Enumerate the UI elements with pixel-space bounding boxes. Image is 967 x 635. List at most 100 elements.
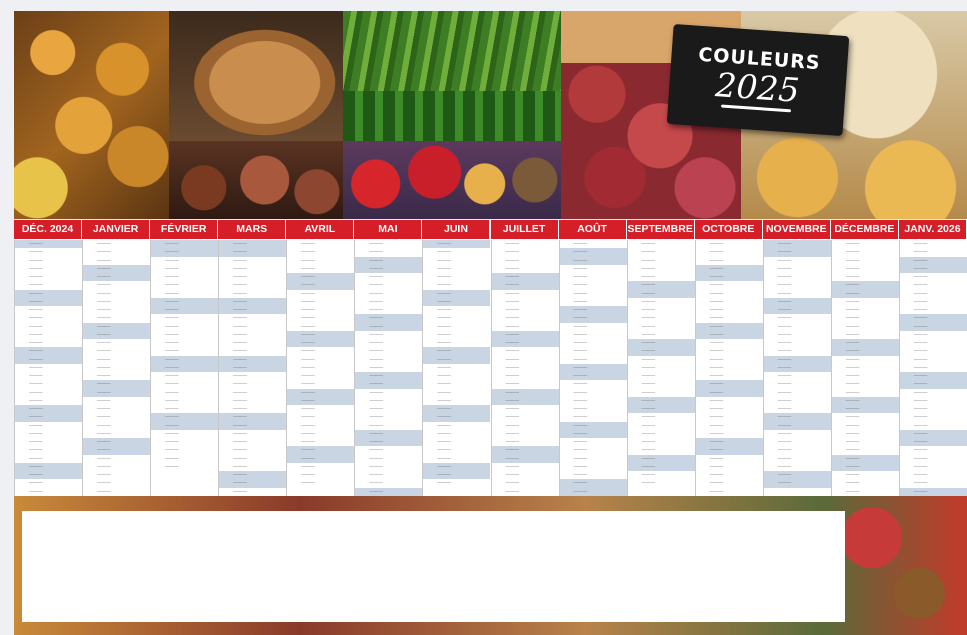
month-header: DÉCEMBRE [830,220,898,239]
month-column: ——— ——— ——— ——— ——— ——— ——— ——— ——— ——— ——— ——— ——— —… [14,240,83,496]
day-row: ——— [423,297,491,306]
day-row: ——— [492,364,559,372]
day-row: ——— [492,356,559,364]
saint-name-placeholder: ——— [301,381,315,387]
saint-name-placeholder: ——— [641,356,656,362]
day-row: ——— [492,248,559,256]
day-row: ——— [627,339,695,348]
saint-name-placeholder: ——— [301,472,315,477]
saint-name-placeholder: ——— [29,249,43,255]
saint-name-placeholder: ——— [573,472,588,477]
saint-name-placeholder: ——— [233,290,247,296]
day-row: ——— [899,429,967,438]
saint-name-placeholder: ——— [845,348,860,354]
day-row: ——— [560,405,627,413]
saint-name-placeholder: ——— [573,373,588,378]
day-row: ——— [900,389,967,397]
saint-name-placeholder: ——— [301,307,315,312]
day-row: ——— [696,463,763,471]
day-row: ——— [696,257,763,265]
saint-name-placeholder: ——— [301,241,315,246]
saint-name-placeholder: ——— [709,290,724,296]
saint-name-placeholder: ——— [165,241,179,246]
saint-name-placeholder: ——— [437,340,451,345]
day-row: ——— [423,355,491,364]
saint-name-placeholder: ——— [437,331,451,337]
saint-name-placeholder: ——— [709,282,724,288]
day-row: ——— [492,257,559,265]
day-row: ——— [832,273,899,281]
day-row: ——— [287,290,354,298]
day-row: ——— [560,463,627,471]
saint-name-placeholder: ——— [777,348,792,354]
day-row: ——— [696,488,763,496]
day-row: ——— [151,389,218,397]
saint-name-placeholder: ——— [845,414,860,420]
day-row: ——— [832,372,899,380]
day-row: ——— [423,446,490,454]
saint-name-placeholder: ——— [301,389,315,395]
day-row: ——— [559,363,627,372]
saint-name-placeholder: ——— [165,249,179,255]
saint-name-placeholder: ——— [233,414,247,420]
saint-name-placeholder: ——— [369,488,383,494]
day-row: ——— [15,397,82,405]
saint-name-placeholder: ——— [29,422,43,428]
day-row: ——— [355,322,423,331]
day-row: ——— [492,405,559,413]
day-row: ——— [83,479,150,487]
saint-name-placeholder: ——— [573,249,588,255]
day-row: ——— [287,248,354,256]
day-row: ——— [491,273,559,282]
day-row: ——— [15,306,82,314]
saint-name-placeholder: ——— [437,348,451,354]
day-row: ——— [151,265,218,273]
saint-name-placeholder: ——— [437,373,451,378]
day-row: ——— [491,330,559,339]
saint-name-placeholder: ——— [369,414,383,420]
saint-name-placeholder: ——— [913,249,928,255]
day-row: ——— [559,487,627,496]
day-row: ——— [764,281,831,289]
day-row: ——— [355,372,423,381]
day-row: ——— [900,413,967,421]
day-row: ——— [900,290,967,298]
day-row: ——— [83,405,150,413]
day-row: ——— [899,314,967,323]
day-row: ——— [764,323,831,331]
day-row: ——— [219,455,286,463]
saint-name-placeholder: ——— [97,282,111,288]
saint-name-placeholder: ——— [709,340,724,345]
saint-name-placeholder: ——— [29,381,43,387]
day-row: ——— [287,380,354,388]
day-row: ——— [831,289,899,298]
saint-name-placeholder: ——— [505,265,520,271]
day-row: ——— [831,339,899,348]
saint-name-placeholder: ——— [165,463,179,469]
day-row: ——— [764,455,831,463]
day-row: ——— [560,273,627,281]
saint-name-placeholder: ——— [845,430,860,436]
day-row: ——— [764,314,831,322]
day-row: ——— [355,364,422,372]
day-row: ——— [83,372,150,380]
day-row: ——— [628,446,695,454]
saint-name-placeholder: ——— [913,406,928,411]
day-row: ——— [832,331,899,339]
saint-name-placeholder: ——— [29,257,43,263]
day-row: ——— [492,438,559,446]
saint-name-placeholder: ——— [845,373,860,378]
day-row: ——— [560,290,627,298]
month-header: MARS [218,220,286,239]
saint-name-placeholder: ——— [301,331,315,337]
day-row: ——— [15,314,82,322]
day-row: ——— [763,363,831,372]
calendar-sheet: COULEURS 2025 DÉC. 2024 ——— ——— ——— ——— ——— ——… [0,0,967,635]
day-row: ——— [287,364,354,372]
day-row: ——— [560,339,627,347]
saint-name-placeholder: ——— [913,480,928,486]
day-row: ——— [491,396,559,405]
saint-name-placeholder: ——— [641,455,656,461]
day-row: ——— [492,422,559,430]
day-row: ——— [355,264,423,273]
